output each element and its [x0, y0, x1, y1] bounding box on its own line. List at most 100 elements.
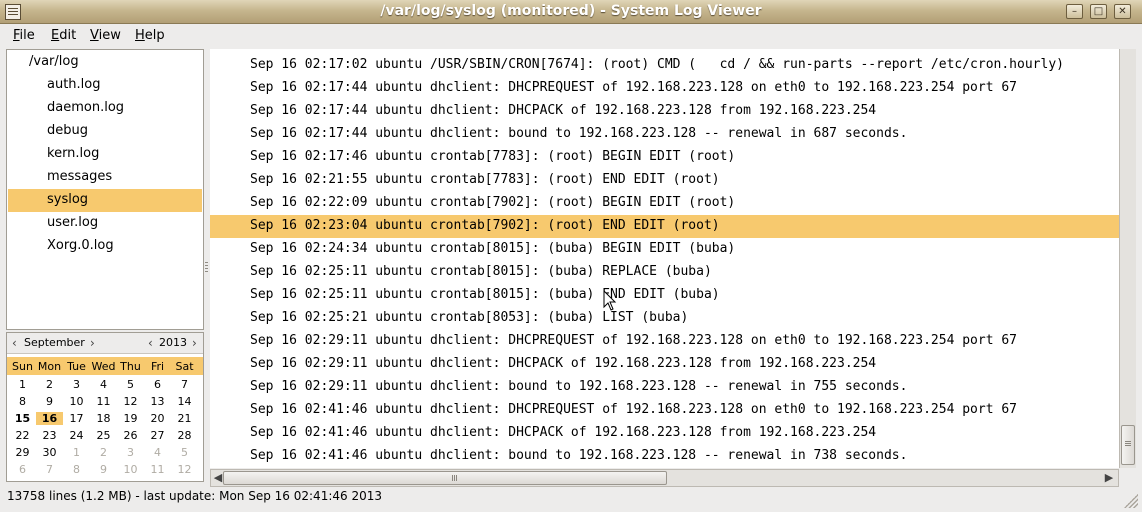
calendar-day[interactable]: 5 [117, 378, 144, 391]
calendar-day[interactable]: 7 [36, 463, 63, 476]
close-button[interactable]: ✕ [1114, 4, 1131, 19]
calendar-day[interactable]: 9 [36, 395, 63, 408]
sidebar-item-auth-log[interactable]: auth.log [8, 74, 202, 97]
status-text: 13758 lines (1.2 MB) - last update: Mon … [7, 489, 382, 503]
calendar-day[interactable]: 24 [63, 429, 90, 442]
minimize-button[interactable]: – [1066, 4, 1083, 19]
calendar-day[interactable]: 14 [171, 395, 198, 408]
log-line[interactable]: Sep 16 02:22:09 ubuntu crontab[7902]: (r… [210, 192, 1119, 215]
tree-root-var-log[interactable]: /var/log [8, 53, 202, 73]
calendar-day[interactable]: 26 [117, 429, 144, 442]
vertical-scroll-thumb[interactable] [1121, 425, 1135, 465]
next-year-icon[interactable]: › [192, 336, 197, 350]
calendar-week-row: 6 7 8 9 10 11 12 [7, 462, 203, 479]
expander-arrow-icon[interactable] [11, 58, 23, 66]
calendar-day[interactable]: 3 [63, 378, 90, 391]
calendar-day[interactable]: 1 [63, 446, 90, 459]
calendar-day[interactable]: 6 [9, 463, 36, 476]
log-line[interactable]: Sep 16 02:41:46 ubuntu dhclient: DHCPACK… [210, 422, 1119, 445]
sidebar-item-syslog[interactable]: syslog [8, 189, 202, 212]
menu-file[interactable]: File [13, 28, 35, 43]
log-text-view[interactable]: Sep 16 02:17:02 ubuntu /USR/SBIN/CRON[76… [210, 49, 1119, 468]
log-line[interactable]: Sep 16 02:17:02 ubuntu /USR/SBIN/CRON[76… [210, 54, 1119, 77]
calendar-day[interactable]: 30 [36, 446, 63, 459]
title-bar[interactable]: /var/log/syslog (monitored) - System Log… [0, 0, 1142, 24]
calendar-day[interactable]: 29 [9, 446, 36, 459]
log-line[interactable]: Sep 16 02:29:11 ubuntu dhclient: DHCPACK… [210, 353, 1119, 376]
maximize-button[interactable]: □ [1090, 4, 1107, 19]
calendar-day[interactable]: 25 [90, 429, 117, 442]
log-line[interactable]: Sep 16 02:24:34 ubuntu crontab[8015]: (b… [210, 238, 1119, 261]
log-line[interactable]: Sep 16 02:17:46 ubuntu crontab[7783]: (r… [210, 146, 1119, 169]
calendar-day[interactable]: 13 [144, 395, 171, 408]
window-title: /var/log/syslog (monitored) - System Log… [380, 3, 762, 19]
calendar-day[interactable]: 4 [144, 446, 171, 459]
calendar-day[interactable]: 23 [36, 429, 63, 442]
tree-root-label: /var/log [29, 54, 79, 69]
log-line[interactable]: Sep 16 02:29:11 ubuntu dhclient: DHCPREQ… [210, 330, 1119, 353]
vertical-scrollbar[interactable] [1119, 49, 1136, 468]
calendar-day[interactable]: 18 [90, 412, 117, 425]
calendar-day[interactable]: 10 [117, 463, 144, 476]
calendar-day[interactable]: 10 [63, 395, 90, 408]
calendar-day-name: Tue [67, 360, 86, 373]
calendar-day[interactable]: 1 [9, 378, 36, 391]
calendar-day[interactable]: 2 [90, 446, 117, 459]
calendar-day[interactable]: 3 [117, 446, 144, 459]
calendar[interactable]: ‹ September › ‹ 2013 › Sun Mon Tue Wed Thu Fr… [6, 332, 204, 482]
calendar-day[interactable]: 28 [171, 429, 198, 442]
calendar-day[interactable]: 8 [63, 463, 90, 476]
sidebar-item-user-log[interactable]: user.log [8, 212, 202, 235]
log-line[interactable]: Sep 16 02:29:11 ubuntu dhclient: bound t… [210, 376, 1119, 399]
menu-view[interactable]: View [90, 28, 121, 43]
calendar-day[interactable]: 11 [90, 395, 117, 408]
calendar-day-name: Fri [150, 360, 165, 373]
log-line[interactable]: Sep 16 02:21:55 ubuntu crontab[7783]: (r… [210, 169, 1119, 192]
calendar-day[interactable]: 20 [144, 412, 171, 425]
next-month-icon[interactable]: › [90, 336, 95, 350]
sidebar-item-kern-log[interactable]: kern.log [8, 143, 202, 166]
calendar-day[interactable]: 17 [63, 412, 90, 425]
calendar-day[interactable]: 7 [171, 378, 198, 391]
calendar-day[interactable]: 12 [117, 395, 144, 408]
log-line[interactable]: Sep 16 02:23:04 ubuntu crontab[7902]: (r… [210, 215, 1119, 238]
menu-help[interactable]: Help [135, 28, 165, 43]
calendar-day[interactable]: 2 [36, 378, 63, 391]
horizontal-scrollbar[interactable]: ◀ ▶ [210, 469, 1119, 487]
calendar-day[interactable]: 27 [144, 429, 171, 442]
prev-month-icon[interactable]: ‹ [12, 336, 17, 350]
log-file-tree[interactable]: /var/log auth.log daemon.log debug kern.… [6, 49, 204, 330]
sidebar-item-debug[interactable]: debug [8, 120, 202, 143]
scroll-right-icon[interactable]: ▶ [1102, 471, 1116, 485]
sidebar-item-daemon-log[interactable]: daemon.log [8, 97, 202, 120]
log-line[interactable]: Sep 16 02:17:44 ubuntu dhclient: DHCPREQ… [210, 77, 1119, 100]
calendar-day-name: Sat [175, 360, 194, 373]
log-line[interactable]: Sep 16 02:41:46 ubuntu dhclient: DHCPREQ… [210, 399, 1119, 422]
log-line[interactable]: Sep 16 02:25:21 ubuntu crontab[8053]: (b… [210, 307, 1119, 330]
resize-grip-icon[interactable] [1124, 494, 1138, 508]
calendar-day[interactable]: 6 [144, 378, 171, 391]
log-line[interactable]: Sep 16 02:25:11 ubuntu crontab[8015]: (b… [210, 284, 1119, 307]
log-line[interactable]: Sep 16 02:25:11 ubuntu crontab[8015]: (b… [210, 261, 1119, 284]
calendar-day[interactable]: 22 [9, 429, 36, 442]
log-line[interactable]: Sep 16 02:17:44 ubuntu dhclient: bound t… [210, 123, 1119, 146]
calendar-day[interactable]: 12 [171, 463, 198, 476]
calendar-day-name: Mon [37, 360, 62, 373]
menu-edit[interactable]: Edit [51, 28, 76, 43]
sidebar-item-xorg-log[interactable]: Xorg.0.log [8, 235, 202, 258]
calendar-day[interactable]: 11 [144, 463, 171, 476]
calendar-day[interactable]: 8 [9, 395, 36, 408]
horizontal-scroll-thumb[interactable] [223, 471, 667, 485]
calendar-day[interactable]: 15 [9, 412, 36, 425]
pane-splitter-handle[interactable] [205, 262, 208, 274]
calendar-day[interactable]: 5 [171, 446, 198, 459]
calendar-day[interactable]: 16 [36, 412, 63, 425]
log-line[interactable]: Sep 16 02:17:44 ubuntu dhclient: DHCPACK… [210, 100, 1119, 123]
calendar-day[interactable]: 9 [90, 463, 117, 476]
calendar-day[interactable]: 19 [117, 412, 144, 425]
sidebar-item-messages[interactable]: messages [8, 166, 202, 189]
log-line[interactable]: Sep 16 02:41:46 ubuntu dhclient: bound t… [210, 445, 1119, 468]
prev-year-icon[interactable]: ‹ [148, 336, 153, 350]
calendar-day[interactable]: 21 [171, 412, 198, 425]
calendar-day[interactable]: 4 [90, 378, 117, 391]
